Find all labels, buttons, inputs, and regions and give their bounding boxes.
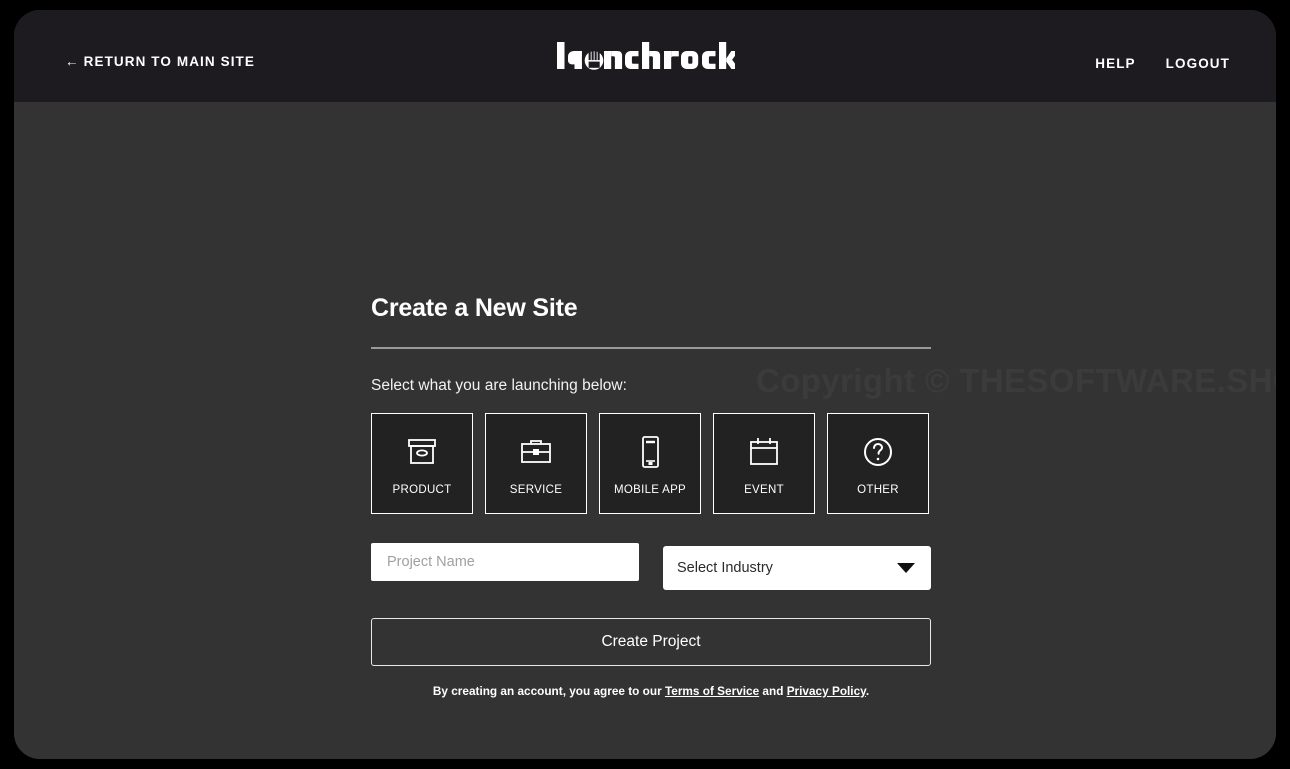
create-project-button[interactable]: Create Project	[371, 618, 931, 666]
category-label: OTHER	[857, 483, 899, 496]
terms-prefix: By creating an account, you agree to our	[432, 684, 665, 698]
terms-agreement-text: By creating an account, you agree to our…	[371, 684, 931, 698]
title-divider	[371, 347, 931, 349]
category-card-mobile-app[interactable]: MOBILE APP	[599, 413, 701, 514]
briefcase-icon	[519, 432, 553, 472]
logout-link[interactable]: LOGOUT	[1166, 56, 1230, 71]
category-card-other[interactable]: OTHER	[827, 413, 929, 514]
terms-conjunction: and	[759, 684, 787, 698]
category-label: SERVICE	[509, 483, 563, 496]
help-link[interactable]: HELP	[1095, 56, 1135, 71]
category-card-event[interactable]: EVENT	[713, 413, 815, 514]
question-mark-circle-icon	[861, 432, 895, 472]
main-content: Copyright © THESOFTWARE.SHOP Create a Ne…	[14, 102, 1276, 759]
terms-suffix: .	[865, 684, 870, 698]
industry-select[interactable]: Select Industry	[663, 546, 931, 590]
top-nav: HELP LOGOUT	[1095, 56, 1230, 71]
select-type-prompt: Select what you are launching below:	[371, 377, 627, 394]
category-card-service[interactable]: SERVICE	[485, 413, 587, 514]
category-options: PRODUCT SERVICE MOBILE APP EVENT OTHER	[371, 413, 931, 514]
privacy-policy-link[interactable]: Privacy Policy	[787, 684, 866, 698]
category-card-product[interactable]: PRODUCT	[371, 413, 473, 514]
mobile-phone-icon	[633, 432, 667, 472]
calendar-icon	[747, 432, 781, 472]
category-label: EVENT	[744, 483, 784, 496]
category-label: MOBILE APP	[613, 483, 687, 496]
launchrock-logo[interactable]	[14, 40, 1276, 84]
project-details-row: Select Industry	[371, 543, 931, 590]
box-icon	[405, 432, 439, 472]
category-label: PRODUCT	[392, 483, 452, 496]
terms-of-service-link[interactable]: Terms of Service	[665, 684, 759, 698]
launchrock-wordmark-icon	[557, 42, 735, 70]
top-bar: ← RETURN TO MAIN SITE HELP LOGOUT	[14, 10, 1276, 102]
project-name-input[interactable]	[371, 543, 639, 581]
industry-select-wrapper: Select Industry	[663, 546, 931, 590]
page-title: Create a New Site	[371, 294, 578, 322]
app-window: ← RETURN TO MAIN SITE HELP LOGOUT Create…	[14, 10, 1276, 759]
create-site-form: Create a New Site Select what you are la…	[371, 294, 931, 698]
